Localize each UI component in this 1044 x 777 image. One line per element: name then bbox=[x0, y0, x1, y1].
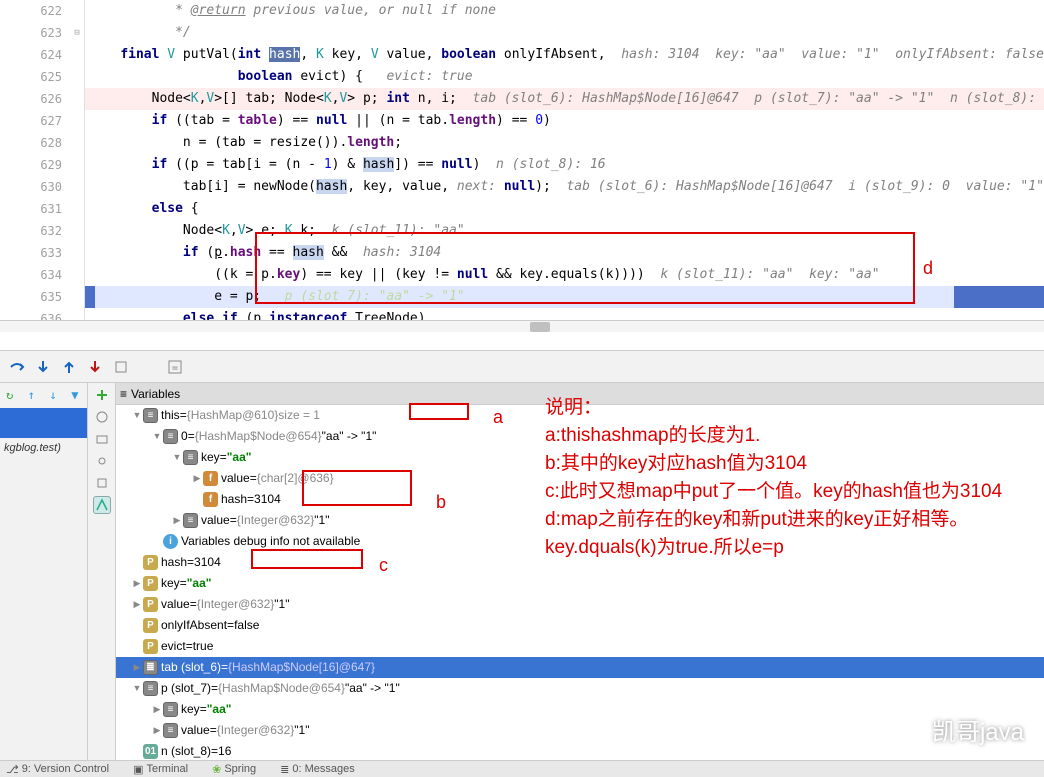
memory-view-icon[interactable] bbox=[93, 496, 111, 514]
code-area[interactable]: * @return previous value, or null if non… bbox=[84, 0, 1044, 330]
annotation-a-box bbox=[409, 403, 469, 420]
var-hash-f[interactable]: fhash = 3104 bbox=[116, 489, 1044, 510]
up-icon[interactable]: ↑ bbox=[28, 388, 44, 404]
add-watch-icon[interactable] bbox=[93, 386, 111, 404]
gutter: 622 623 624 625 626 627 628 629 630 631 … bbox=[0, 0, 70, 330]
fold-toggle[interactable]: ⊟ bbox=[70, 22, 84, 44]
step-out-icon[interactable] bbox=[60, 358, 78, 376]
force-step-icon[interactable] bbox=[86, 358, 104, 376]
var-onlyifabsent[interactable]: PonlyIfAbsent = false bbox=[116, 615, 1044, 636]
editor-scrollbar[interactable] bbox=[0, 320, 1044, 332]
annotation-d-box bbox=[255, 232, 915, 304]
terminal-icon: ▣ bbox=[133, 763, 143, 776]
stack-icon: ≡ bbox=[120, 383, 127, 405]
terminal-tab[interactable]: ▣Terminal bbox=[133, 763, 188, 776]
annotation-b-box bbox=[302, 470, 412, 506]
var-tab[interactable]: ▶≣tab (slot_6) = {HashMap$Node[16]@647} bbox=[116, 657, 1044, 678]
annotation-b: b bbox=[436, 492, 446, 513]
copy-icon[interactable] bbox=[93, 474, 111, 492]
messages-icon: ≣ bbox=[280, 763, 289, 776]
mute-icon[interactable] bbox=[93, 408, 111, 426]
fold-gutter: ⊟ bbox=[70, 0, 84, 330]
var-value2[interactable]: ▶≡value = {Integer@632} "1" bbox=[116, 510, 1044, 531]
restart-icon[interactable]: ↻ bbox=[6, 388, 22, 404]
variables-header: ≡Variables bbox=[116, 383, 1044, 405]
var-key[interactable]: ▼≡key = "aa" bbox=[116, 447, 1044, 468]
debug-side-controls: ↻ ↑ ↓ ▼ kgblog.test) bbox=[0, 383, 88, 760]
settings-icon[interactable] bbox=[93, 452, 111, 470]
down-icon[interactable]: ↓ bbox=[50, 388, 66, 404]
branch-icon: ⎇ bbox=[6, 763, 19, 776]
svg-text:=: = bbox=[172, 363, 178, 374]
variables-tree[interactable]: a b c ▼≡this = {HashMap@610} size = 1 ▼≡… bbox=[116, 405, 1044, 762]
annotation-c-box bbox=[251, 549, 363, 569]
filter-icon[interactable]: ▼ bbox=[71, 388, 87, 404]
var-evict[interactable]: Pevict = true bbox=[116, 636, 1044, 657]
var-value[interactable]: ▶fvalue = {char[2]@636} bbox=[116, 468, 1044, 489]
var-p-value[interactable]: ▶≡value = {Integer@632} "1" bbox=[116, 720, 1044, 741]
spring-icon: ❀ bbox=[212, 763, 221, 776]
view-icon[interactable] bbox=[93, 430, 111, 448]
annotation-c: c bbox=[379, 555, 388, 576]
var-value-p[interactable]: ▶Pvalue = {Integer@632} "1" bbox=[116, 594, 1044, 615]
var-this[interactable]: ▼≡this = {HashMap@610} size = 1 bbox=[116, 405, 1044, 426]
annotation-a: a bbox=[493, 407, 503, 428]
scrollbar-thumb[interactable] bbox=[530, 322, 550, 332]
debug-toolbar: = bbox=[0, 350, 1044, 383]
context-label: kgblog.test) bbox=[0, 438, 87, 458]
drop-frame-icon[interactable] bbox=[112, 358, 130, 376]
messages-tab[interactable]: ≣0: Messages bbox=[280, 763, 355, 776]
bottom-toolbar: ⎇9: Version Control ▣Terminal ❀Spring ≣0… bbox=[0, 760, 1044, 777]
var-p-key[interactable]: ▶≡key = "aa" bbox=[116, 699, 1044, 720]
spring-tab[interactable]: ❀Spring bbox=[212, 763, 256, 776]
evaluate-icon[interactable]: = bbox=[166, 358, 184, 376]
debug-action-gutter bbox=[88, 383, 116, 760]
step-into-icon[interactable] bbox=[34, 358, 52, 376]
step-over-icon[interactable] bbox=[8, 358, 26, 376]
code-editor[interactable]: 622 623 624 625 626 627 628 629 630 631 … bbox=[0, 0, 1044, 330]
var-key-p[interactable]: ▶Pkey = "aa" bbox=[116, 573, 1044, 594]
var-n[interactable]: 01n (slot_8) = 16 bbox=[116, 741, 1044, 762]
version-control-tab[interactable]: ⎇9: Version Control bbox=[6, 763, 109, 776]
var-node0[interactable]: ▼≡0 = {HashMap$Node@654} "aa" -> "1" bbox=[116, 426, 1044, 447]
var-p-slot7[interactable]: ▼≡p (slot_7) = {HashMap$Node@654} "aa" -… bbox=[116, 678, 1044, 699]
annotation-d: d bbox=[923, 258, 933, 279]
